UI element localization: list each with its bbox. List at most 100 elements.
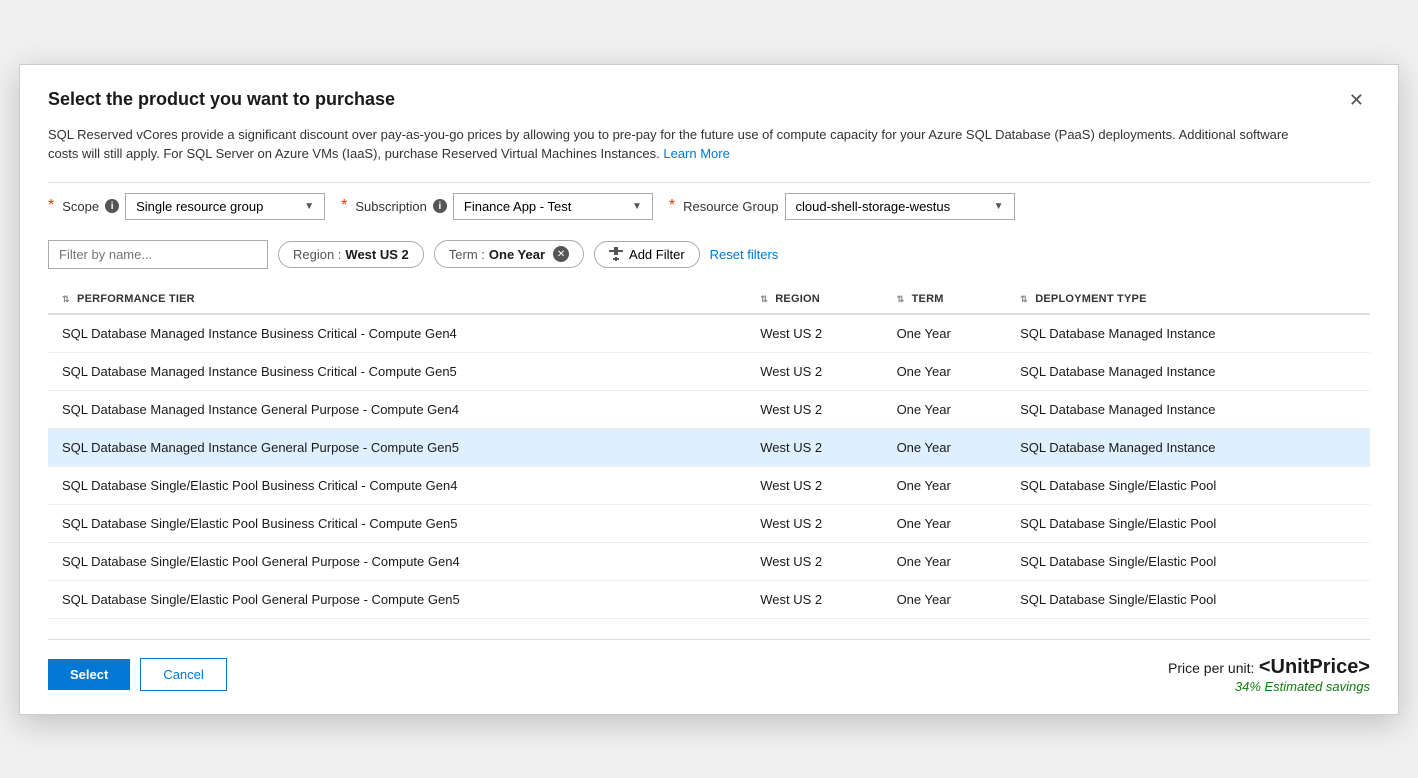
- modal-dialog: Select the product you want to purchase …: [19, 64, 1399, 715]
- region-filter-chip[interactable]: Region : West US 2: [278, 241, 424, 268]
- filter-row: Region : West US 2 Term : One Year ✕ Add…: [48, 240, 1370, 269]
- term-chip-label: Term :: [449, 247, 485, 262]
- sort-icon-region[interactable]: ⇅: [760, 294, 768, 305]
- table-row[interactable]: SQL Database Single/Elastic Pool Busines…: [48, 504, 1370, 542]
- sort-icon-term[interactable]: ⇅: [897, 294, 905, 305]
- products-table: ⇅ PERFORMANCE TIER ⇅ REGION ⇅ TERM ⇅ DEP…: [48, 285, 1370, 619]
- cell-region-4: West US 2: [750, 466, 886, 504]
- scope-info-icon[interactable]: i: [105, 199, 119, 213]
- cell-term-2: One Year: [887, 390, 1011, 428]
- cell-term-5: One Year: [887, 504, 1011, 542]
- cell-performance_tier-1: SQL Database Managed Instance Business C…: [48, 352, 750, 390]
- cell-deployment_type-6: SQL Database Single/Elastic Pool: [1010, 542, 1370, 580]
- cell-region-5: West US 2: [750, 504, 886, 542]
- scope-chevron-icon: ▼: [304, 201, 314, 212]
- cell-region-2: West US 2: [750, 390, 886, 428]
- cell-term-1: One Year: [887, 352, 1011, 390]
- table-row[interactable]: SQL Database Managed Instance General Pu…: [48, 390, 1370, 428]
- col-header-region: ⇅ REGION: [750, 285, 886, 314]
- reset-filters-button[interactable]: Reset filters: [710, 247, 779, 262]
- footer-actions: Select Cancel: [48, 658, 227, 691]
- resource-group-field: * Resource Group cloud-shell-storage-wes…: [669, 193, 1015, 220]
- resource-group-label: Resource Group: [683, 199, 778, 214]
- table-row[interactable]: SQL Database Single/Elastic Pool Busines…: [48, 466, 1370, 504]
- table-body: SQL Database Managed Instance Business C…: [48, 314, 1370, 619]
- modal-title: Select the product you want to purchase: [48, 89, 395, 110]
- col-header-deployment-type: ⇅ DEPLOYMENT TYPE: [1010, 285, 1370, 314]
- add-filter-icon: [609, 247, 623, 261]
- cell-term-6: One Year: [887, 542, 1011, 580]
- add-filter-label: Add Filter: [629, 247, 685, 262]
- price-value: <UnitPrice>: [1259, 656, 1370, 678]
- table-row[interactable]: SQL Database Single/Elastic Pool General…: [48, 580, 1370, 618]
- table-row[interactable]: SQL Database Managed Instance General Pu…: [48, 428, 1370, 466]
- cell-region-0: West US 2: [750, 314, 886, 353]
- sort-icon-performance-tier[interactable]: ⇅: [62, 294, 70, 305]
- region-chip-label: Region :: [293, 247, 341, 262]
- cell-performance_tier-5: SQL Database Single/Elastic Pool Busines…: [48, 504, 750, 542]
- add-filter-button[interactable]: Add Filter: [594, 241, 700, 268]
- subscription-info-icon[interactable]: i: [433, 199, 447, 213]
- form-row: * Scope i Single resource group ▼ * Subs…: [48, 193, 1370, 220]
- select-button[interactable]: Select: [48, 659, 130, 690]
- subscription-required-star: *: [341, 197, 347, 215]
- subscription-field: * Subscription i Finance App - Test ▼: [341, 193, 653, 220]
- cell-performance_tier-0: SQL Database Managed Instance Business C…: [48, 314, 750, 353]
- cell-deployment_type-4: SQL Database Single/Elastic Pool: [1010, 466, 1370, 504]
- cell-performance_tier-6: SQL Database Single/Elastic Pool General…: [48, 542, 750, 580]
- resource-group-required-star: *: [669, 197, 675, 215]
- cell-term-7: One Year: [887, 580, 1011, 618]
- cell-performance_tier-4: SQL Database Single/Elastic Pool Busines…: [48, 466, 750, 504]
- subscription-dropdown[interactable]: Finance App - Test ▼: [453, 193, 653, 220]
- cancel-button[interactable]: Cancel: [140, 658, 226, 691]
- scope-label: Scope: [62, 199, 99, 214]
- cell-region-7: West US 2: [750, 580, 886, 618]
- resource-group-chevron-icon: ▼: [994, 201, 1004, 212]
- term-filter-chip[interactable]: Term : One Year ✕: [434, 240, 584, 268]
- scope-field: * Scope i Single resource group ▼: [48, 193, 325, 220]
- col-label-term: TERM: [912, 293, 944, 305]
- filter-by-name-input[interactable]: [48, 240, 268, 269]
- price-label: Price per unit:: [1168, 660, 1254, 676]
- table-row[interactable]: SQL Database Managed Instance Business C…: [48, 352, 1370, 390]
- cell-deployment_type-2: SQL Database Managed Instance: [1010, 390, 1370, 428]
- cell-term-4: One Year: [887, 466, 1011, 504]
- cell-deployment_type-0: SQL Database Managed Instance: [1010, 314, 1370, 353]
- savings-text: 34% Estimated savings: [1168, 679, 1370, 694]
- close-button[interactable]: ✕: [1343, 89, 1370, 111]
- cell-deployment_type-3: SQL Database Managed Instance: [1010, 428, 1370, 466]
- cell-term-0: One Year: [887, 314, 1011, 353]
- table-row[interactable]: SQL Database Managed Instance Business C…: [48, 314, 1370, 353]
- cell-region-1: West US 2: [750, 352, 886, 390]
- term-chip-value: One Year: [489, 247, 545, 262]
- scope-value: Single resource group: [136, 199, 263, 214]
- col-label-performance-tier: PERFORMANCE TIER: [77, 293, 195, 305]
- modal-description: SQL Reserved vCores provide a significan…: [48, 125, 1304, 164]
- cell-deployment_type-5: SQL Database Single/Elastic Pool: [1010, 504, 1370, 542]
- cell-deployment_type-7: SQL Database Single/Elastic Pool: [1010, 580, 1370, 618]
- cell-performance_tier-7: SQL Database Single/Elastic Pool General…: [48, 580, 750, 618]
- term-chip-close-icon[interactable]: ✕: [553, 246, 569, 262]
- sort-icon-deployment-type[interactable]: ⇅: [1020, 294, 1028, 305]
- cell-deployment_type-1: SQL Database Managed Instance: [1010, 352, 1370, 390]
- resource-group-dropdown[interactable]: cloud-shell-storage-westus ▼: [785, 193, 1015, 220]
- modal-header: Select the product you want to purchase …: [48, 89, 1370, 111]
- cell-region-3: West US 2: [750, 428, 886, 466]
- price-section: Price per unit: <UnitPrice> 34% Estimate…: [1168, 656, 1370, 694]
- subscription-chevron-icon: ▼: [632, 201, 642, 212]
- table-header: ⇅ PERFORMANCE TIER ⇅ REGION ⇅ TERM ⇅ DEP…: [48, 285, 1370, 314]
- cell-region-6: West US 2: [750, 542, 886, 580]
- cell-performance_tier-2: SQL Database Managed Instance General Pu…: [48, 390, 750, 428]
- region-chip-value: West US 2: [345, 247, 408, 262]
- scope-dropdown[interactable]: Single resource group ▼: [125, 193, 325, 220]
- modal-footer: Select Cancel Price per unit: <UnitPrice…: [48, 639, 1370, 694]
- price-per-unit: Price per unit: <UnitPrice>: [1168, 656, 1370, 679]
- cell-performance_tier-3: SQL Database Managed Instance General Pu…: [48, 428, 750, 466]
- learn-more-link[interactable]: Learn More: [663, 146, 729, 161]
- col-header-term: ⇅ TERM: [887, 285, 1011, 314]
- subscription-label: Subscription: [355, 199, 427, 214]
- subscription-value: Finance App - Test: [464, 199, 571, 214]
- table-row[interactable]: SQL Database Single/Elastic Pool General…: [48, 542, 1370, 580]
- col-label-deployment-type: DEPLOYMENT TYPE: [1035, 293, 1146, 305]
- divider: [48, 182, 1370, 183]
